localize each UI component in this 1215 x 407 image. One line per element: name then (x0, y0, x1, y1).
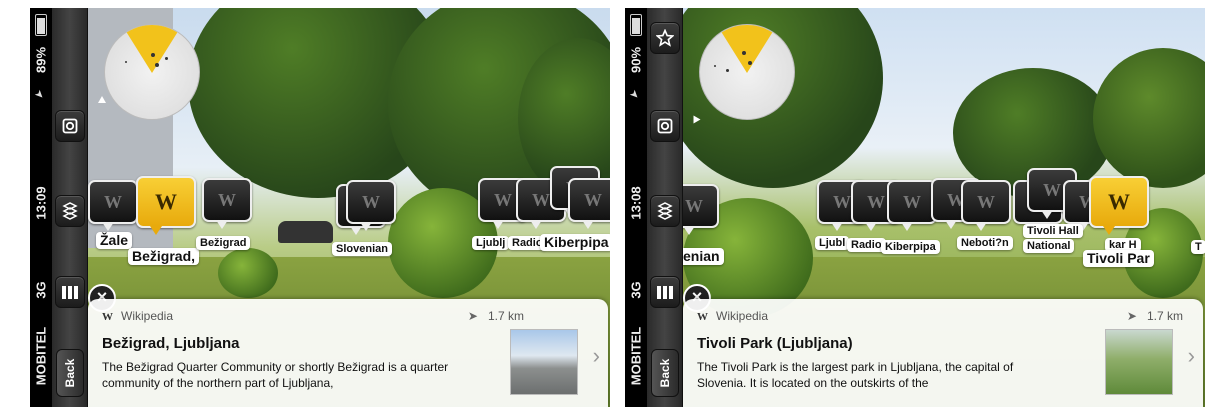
poi-label[interactable]: Ljubl (815, 236, 850, 250)
poi-label[interactable]: Žale (96, 232, 133, 249)
network-type: 3G (33, 281, 49, 299)
wikipedia-icon: W (1043, 179, 1061, 200)
poi-marker[interactable]: W (683, 184, 719, 235)
wikipedia-icon: W (155, 189, 177, 214)
chevron-right-icon[interactable]: › (593, 343, 600, 369)
ar-screen-right: 90% ➤ 13:08 3G MOBITEL Back W W W W W W … (625, 8, 1205, 407)
status-bar: 90% ➤ 13:08 3G MOBITEL (625, 8, 647, 407)
chevron-right-icon[interactable]: › (1188, 343, 1195, 369)
status-bar: 89% ➤ 13:09 3G MOBITEL (30, 8, 52, 407)
poi-marker[interactable]: W (88, 180, 138, 231)
wikipedia-icon: W (903, 191, 921, 212)
card-title: Bežigrad, Ljubljana (102, 335, 240, 352)
poi-label[interactable]: Slovenian (332, 242, 392, 256)
wikipedia-icon: W (697, 311, 708, 323)
wikipedia-icon: W (532, 189, 550, 210)
side-toolbar: Back (647, 8, 683, 407)
card-distance: ➤ 1.7 km (1126, 309, 1183, 323)
location-arrow-icon: ➤ (467, 309, 478, 323)
info-card[interactable]: W Wikipedia ➤ 1.7 km Bežigrad, Ljubljana T… (88, 299, 608, 407)
camera-button[interactable] (55, 110, 85, 142)
poi-label[interactable]: Bežigrad (196, 236, 251, 250)
poi-marker-selected[interactable]: W (136, 176, 196, 235)
camera-button[interactable] (650, 110, 680, 142)
card-description: The Tivoli Park is the largest park in L… (697, 360, 1014, 390)
card-distance: ➤ 1.7 km (467, 309, 524, 323)
poi-marker[interactable]: W (961, 180, 1011, 231)
card-description: The Bežigrad Quarter Community or shortl… (102, 360, 449, 390)
poi-label[interactable]: Tivoli Hall (1023, 224, 1083, 238)
layers-icon (657, 202, 673, 220)
poi-label[interactable]: Neboti?n (957, 236, 1013, 250)
poi-marker[interactable]: W (887, 180, 937, 231)
location-arrow-icon: ➤ (626, 87, 642, 103)
carrier-name: MOBITEL (628, 326, 644, 386)
card-thumbnail (1105, 329, 1173, 395)
wikipedia-icon: W (685, 195, 703, 216)
card-title: Tivoli Park (Ljubljana) (697, 335, 853, 352)
radar-map[interactable] (104, 24, 200, 120)
carrier-name: MOBITEL (33, 326, 49, 386)
wikipedia-icon: W (867, 191, 885, 212)
poi-marker[interactable]: W (568, 178, 610, 229)
back-button[interactable]: Back (56, 349, 84, 397)
radar-direction-icon (693, 115, 701, 124)
side-toolbar: Back (52, 8, 88, 407)
wikipedia-icon: W (218, 189, 236, 210)
camera-icon (657, 118, 673, 134)
ar-screen-left: 89% ➤ 13:09 3G MOBITEL Back W W W W W W … (30, 8, 610, 407)
bookmarks-button[interactable] (650, 276, 680, 308)
poi-marker[interactable]: W (346, 180, 396, 231)
wikipedia-icon: W (102, 311, 113, 323)
wikipedia-icon: W (977, 191, 995, 212)
wikipedia-icon: W (104, 191, 122, 212)
network-type: 3G (628, 281, 644, 299)
poi-label[interactable]: T (1191, 240, 1205, 254)
poi-label[interactable]: Ljublj (472, 236, 510, 250)
location-arrow-icon: ➤ (1126, 309, 1137, 323)
radar-direction-icon (98, 96, 106, 103)
bookmarks-icon (62, 286, 78, 299)
poi-label[interactable]: Kiberpipa (881, 240, 940, 254)
wikipedia-icon: W (1108, 189, 1130, 214)
favorite-button[interactable] (650, 22, 680, 54)
camera-icon (62, 118, 78, 134)
poi-label[interactable]: Radio (847, 238, 886, 252)
card-source: W Wikipedia (697, 309, 769, 323)
layers-icon (62, 202, 78, 220)
poi-label-selected[interactable]: Tivoli Par (1083, 250, 1154, 267)
radar-map[interactable] (699, 24, 795, 120)
back-button[interactable]: Back (651, 349, 679, 397)
star-icon (656, 29, 674, 47)
battery-icon (630, 14, 642, 36)
poi-label[interactable]: enian (683, 248, 724, 265)
layers-button[interactable] (650, 195, 680, 227)
wikipedia-icon: W (494, 189, 512, 210)
location-arrow-icon: ➤ (31, 87, 47, 103)
card-source: W Wikipedia (102, 309, 174, 323)
battery-icon (35, 14, 47, 36)
info-card[interactable]: W Wikipedia ➤ 1.7 km Tivoli Park (Ljubljan… (683, 299, 1203, 407)
clock: 13:08 (628, 186, 644, 220)
bookmarks-icon (657, 286, 673, 299)
wikipedia-icon: W (584, 189, 602, 210)
clock: 13:09 (33, 186, 49, 220)
battery-percent: 90% (628, 46, 644, 74)
battery-percent: 89% (33, 46, 49, 74)
wikipedia-icon: W (833, 191, 851, 212)
poi-label-selected[interactable]: Bežigrad, (128, 248, 200, 265)
bookmarks-button[interactable] (55, 276, 85, 308)
poi-label[interactable]: National (1023, 239, 1075, 253)
layers-button[interactable] (55, 195, 85, 227)
poi-label[interactable]: Kiberpipa (540, 234, 610, 251)
card-thumbnail (510, 329, 578, 395)
poi-marker-selected[interactable]: W (1089, 176, 1149, 235)
wikipedia-icon: W (362, 191, 380, 212)
poi-marker[interactable]: W (202, 178, 252, 229)
